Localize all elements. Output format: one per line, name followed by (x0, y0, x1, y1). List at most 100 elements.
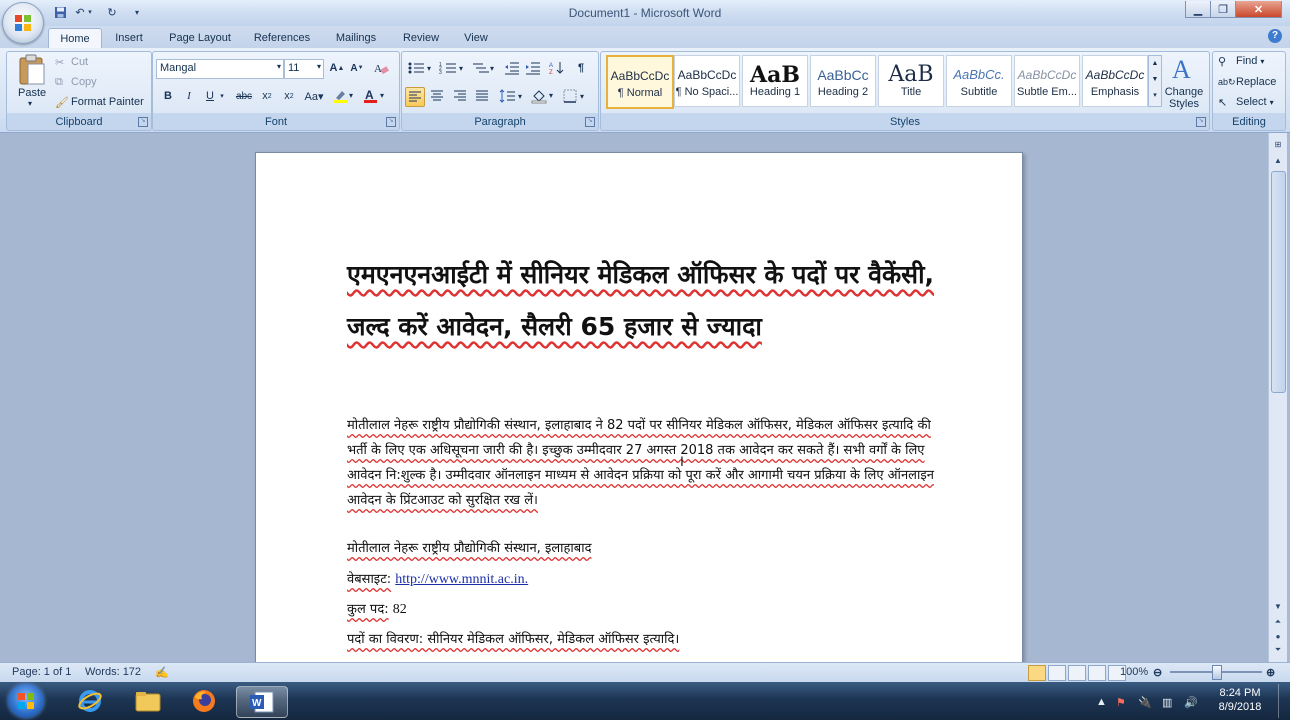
tab-review[interactable]: Review (396, 28, 446, 48)
styles-more-icon[interactable]: ▾ (1149, 88, 1161, 104)
styles-launcher-icon[interactable]: ↘ (1196, 117, 1206, 127)
styles-scroll-down-icon[interactable]: ▼ (1149, 72, 1161, 88)
show-formatting-marks-icon[interactable]: ¶ (572, 59, 590, 77)
tab-home[interactable]: Home (48, 28, 102, 49)
clipboard-launcher-icon[interactable]: ↘ (138, 117, 148, 127)
font-launcher-icon[interactable]: ↘ (386, 117, 396, 127)
underline-dropdown-icon[interactable]: ▾ (218, 87, 226, 105)
power-icon[interactable]: 🔌 (1138, 696, 1152, 709)
styles-scroll-up-icon[interactable]: ▲ (1149, 56, 1161, 72)
word-taskbar-icon[interactable]: W (236, 686, 288, 718)
proofing-icon[interactable]: ✍ (155, 666, 169, 679)
format-painter-button[interactable]: 🖌 Format Painter (55, 94, 144, 110)
superscript-icon[interactable]: x2 (280, 87, 298, 105)
previous-page-icon[interactable]: ⏶ (1270, 615, 1286, 629)
cut-button[interactable]: ✂ Cut (55, 54, 88, 70)
align-center-icon[interactable] (428, 87, 446, 105)
scroll-down-icon[interactable]: ▼ (1270, 599, 1286, 613)
firefox-icon[interactable] (186, 686, 222, 716)
shading-icon[interactable]: ▾ (530, 87, 558, 105)
underline-icon[interactable]: U (201, 87, 219, 105)
volume-icon[interactable]: 🔊 (1184, 696, 1198, 709)
help-icon[interactable]: ? (1268, 29, 1282, 43)
line-spacing-icon[interactable]: ▾ (498, 87, 526, 105)
style-emphasis[interactable]: AaBbCcDc Emphasis (1082, 55, 1148, 107)
paragraph-launcher-icon[interactable]: ↘ (585, 117, 595, 127)
tab-view[interactable]: View (456, 28, 496, 48)
style-heading-2[interactable]: AaBbCc Heading 2 (810, 55, 876, 107)
numbering-icon[interactable]: 1 2 3 ▾ (438, 59, 468, 77)
styles-gallery-scroll[interactable]: ▲ ▼ ▾ (1148, 55, 1162, 107)
action-center-icon[interactable]: ⚑ (1116, 696, 1126, 709)
grow-font-icon[interactable]: A ▲ (328, 59, 346, 77)
strikethrough-icon[interactable]: abc (235, 87, 253, 105)
page-count[interactable]: Page: 1 of 1 (12, 666, 71, 678)
sort-icon[interactable]: AZ (548, 59, 566, 77)
document-page[interactable]: एमएनएनआईटी में सीनियर मेडिकल ऑफिसर के पद… (255, 152, 1023, 674)
find-button[interactable]: ⚲ Find ▾ (1218, 53, 1264, 69)
justify-icon[interactable] (473, 87, 491, 105)
style-subtitle[interactable]: AaBbCc. Subtitle (946, 55, 1012, 107)
full-screen-reading-view-icon[interactable] (1048, 665, 1066, 681)
file-explorer-icon[interactable] (130, 686, 166, 716)
style-subtle-emphasis[interactable]: AaBbCcDc Subtle Em... (1014, 55, 1080, 107)
tab-insert[interactable]: Insert (108, 28, 150, 48)
start-button[interactable] (8, 684, 44, 718)
vertical-scroll-thumb[interactable] (1271, 171, 1286, 393)
tab-references[interactable]: References (248, 28, 316, 48)
tab-mailings[interactable]: Mailings (326, 28, 386, 48)
copy-button[interactable]: ⧉ Copy (55, 74, 97, 90)
vertical-scrollbar[interactable]: ⊞ ▲ ▼ ⏶ ● ⏷ (1268, 133, 1287, 662)
next-page-icon[interactable]: ⏷ (1270, 643, 1286, 657)
scroll-up-icon[interactable]: ▲ (1270, 153, 1286, 167)
website-link[interactable]: http://www.mnnit.ac.in. (395, 572, 528, 587)
multilevel-list-icon[interactable]: ▾ (470, 59, 498, 77)
zoom-out-icon[interactable]: ⊖ (1153, 666, 1162, 679)
print-layout-view-icon[interactable] (1028, 665, 1046, 681)
taskbar-clock[interactable]: 8:24 PM 8/9/2018 (1210, 686, 1270, 714)
select-button[interactable]: ↖ Select ▾ (1218, 94, 1274, 110)
ruler-toggle-icon[interactable]: ⊞ (1270, 137, 1286, 151)
style-heading-1[interactable]: AaB Heading 1 (742, 55, 808, 107)
show-desktop-button[interactable] (1278, 684, 1289, 718)
minimize-button[interactable]: ▁ (1185, 1, 1211, 18)
close-button[interactable]: ✕ (1235, 1, 1282, 18)
restore-button[interactable]: ❐ (1210, 1, 1236, 18)
office-button[interactable] (2, 2, 44, 44)
tab-page-layout[interactable]: Page Layout (162, 28, 238, 48)
zoom-in-icon[interactable]: ⊕ (1266, 666, 1275, 679)
font-size-select[interactable]: 11 ▾ (284, 59, 324, 79)
clear-formatting-icon[interactable]: A (372, 59, 390, 77)
style-normal[interactable]: AaBbCcDc ¶ Normal (606, 55, 674, 109)
change-styles-button[interactable]: A Change Styles (1162, 54, 1206, 114)
word-count[interactable]: Words: 172 (85, 666, 141, 678)
shrink-font-icon[interactable]: A ▼ (348, 59, 366, 77)
zoom-level[interactable]: 100% (1120, 666, 1148, 678)
subscript-icon[interactable]: x2 (258, 87, 276, 105)
style-title[interactable]: AaB Title (878, 55, 944, 107)
select-browse-object-icon[interactable]: ● (1270, 629, 1286, 643)
align-right-icon[interactable] (451, 87, 469, 105)
change-case-icon[interactable]: Aa▾ (302, 87, 326, 105)
network-icon[interactable]: ▥ (1162, 696, 1172, 709)
align-left-icon[interactable] (405, 87, 425, 107)
replace-button[interactable]: ab↻ Replace (1218, 74, 1276, 90)
decrease-indent-icon[interactable] (503, 59, 521, 77)
font-color-icon[interactable]: A ▾ (362, 87, 388, 105)
font-name-select[interactable]: Mangal ▾ (156, 59, 284, 79)
show-hidden-icons-icon[interactable]: ▲ (1096, 696, 1107, 708)
italic-icon[interactable]: I (180, 87, 198, 105)
internet-explorer-icon[interactable] (72, 686, 108, 716)
web-layout-view-icon[interactable] (1068, 665, 1086, 681)
bullets-icon[interactable]: ▾ (406, 59, 436, 77)
change-styles-icon: A (1172, 55, 1191, 82)
borders-icon[interactable]: ▾ (562, 87, 590, 105)
paste-button[interactable]: Paste ▾ (14, 54, 50, 110)
style-no-spacing[interactable]: AaBbCcDc ¶ No Spaci... (674, 55, 740, 107)
bold-icon[interactable]: B (159, 87, 177, 105)
highlight-icon[interactable]: ▾ (332, 87, 356, 105)
zoom-slider-thumb[interactable] (1212, 665, 1222, 680)
increase-indent-icon[interactable] (524, 59, 542, 77)
font-name-dropdown-icon: ▾ (276, 62, 281, 71)
outline-view-icon[interactable] (1088, 665, 1106, 681)
